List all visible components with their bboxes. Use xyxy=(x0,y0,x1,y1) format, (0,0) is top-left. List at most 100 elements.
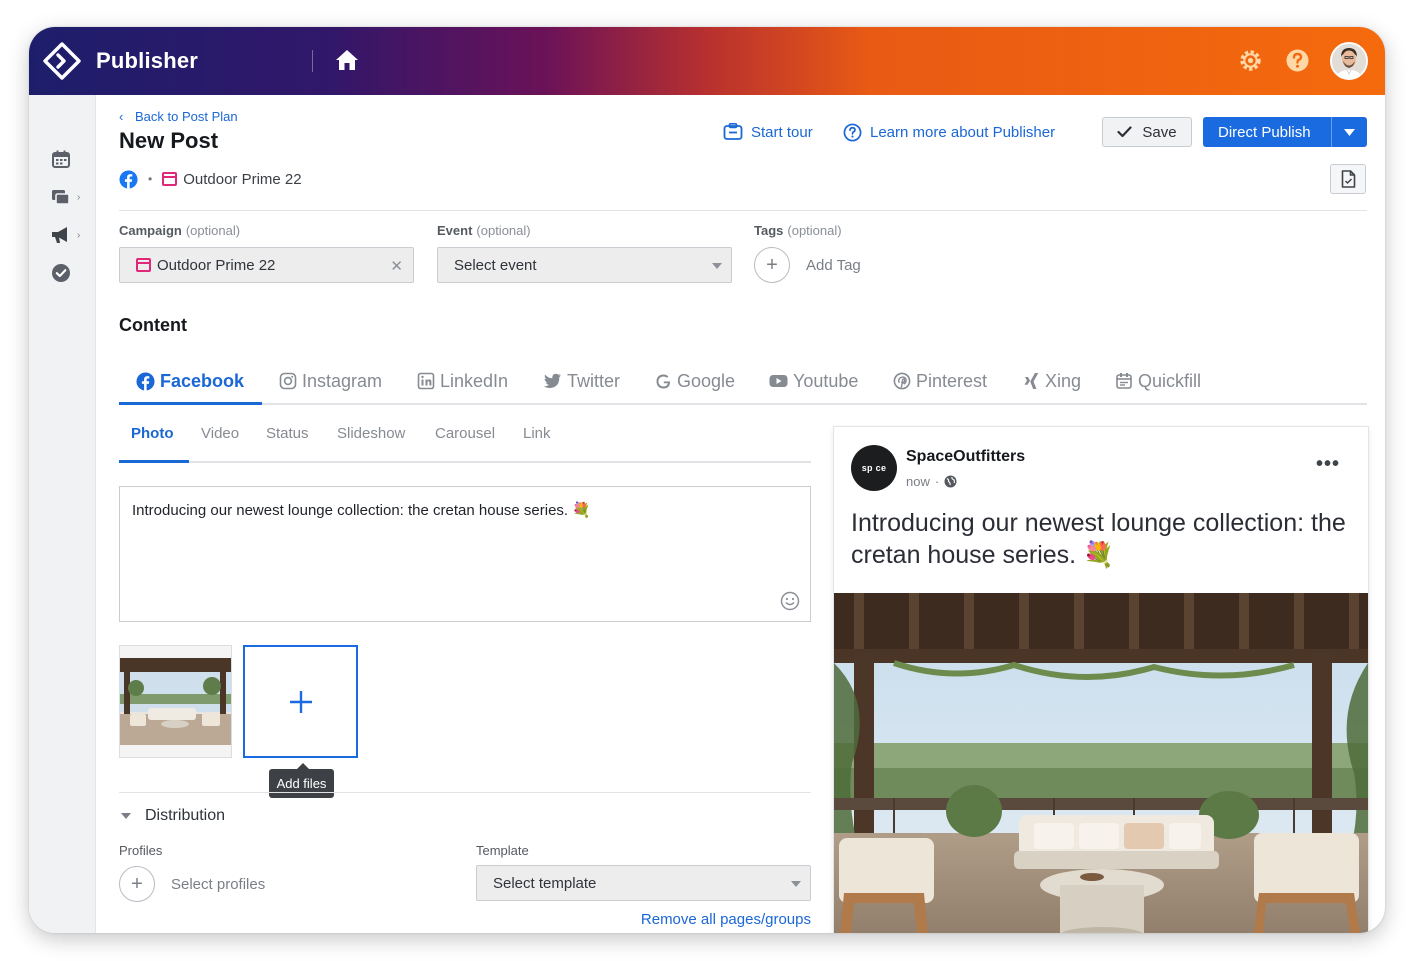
sidebar-item-campaigns[interactable]: › xyxy=(51,225,87,247)
document-button[interactable] xyxy=(1330,164,1366,194)
gear-icon[interactable] xyxy=(1238,48,1263,73)
sidebar-item-calendar[interactable] xyxy=(51,149,87,171)
channel-name: Outdoor Prime 22 xyxy=(183,170,302,188)
learn-more-label: Learn more about Publisher xyxy=(870,124,1056,141)
page-title: New Post xyxy=(119,128,219,153)
page-avatar: sp ce xyxy=(851,445,897,491)
tab-status[interactable]: Status xyxy=(266,425,309,442)
user-avatar[interactable] xyxy=(1330,42,1368,80)
tab-quickfill[interactable]: Quickfill xyxy=(1115,361,1201,401)
tab-linkedin[interactable]: LinkedIn xyxy=(417,361,508,401)
tags-label: Tags (optional) xyxy=(754,223,842,238)
check-circle-icon xyxy=(52,264,70,282)
uploaded-image-thumbnail[interactable] xyxy=(119,645,232,758)
tab-xing[interactable]: Xing xyxy=(1023,361,1081,401)
top-bar: Publisher xyxy=(29,27,1385,95)
back-to-post-plan-link[interactable]: ‹ Back to Post Plan xyxy=(119,109,238,124)
add-tag-label[interactable]: Add Tag xyxy=(806,257,861,274)
header-divider xyxy=(119,210,1367,211)
plus-icon: + xyxy=(131,872,143,895)
plus-icon xyxy=(289,690,312,713)
calendar-icon xyxy=(52,150,70,168)
tab-photo[interactable]: Photo xyxy=(131,425,174,442)
post-text-input[interactable]: Introducing our newest lounge collection… xyxy=(119,486,811,622)
network-tabs: Facebook Instagram LinkedIn Twitter Goog… xyxy=(119,357,1367,405)
facebook-icon xyxy=(119,169,138,189)
tab-video[interactable]: Video xyxy=(201,425,239,442)
tab-label: Instagram xyxy=(302,370,383,391)
tour-icon xyxy=(723,123,743,140)
select-profiles-label[interactable]: Select profiles xyxy=(171,876,265,893)
megaphone-icon xyxy=(52,227,67,243)
caret-down-icon xyxy=(121,813,131,819)
linkedin-icon xyxy=(417,372,435,390)
help-icon[interactable] xyxy=(1285,48,1310,73)
campaign-value: Outdoor Prime 22 xyxy=(157,256,276,274)
xing-icon xyxy=(1024,373,1039,389)
event-placeholder: Select event xyxy=(454,256,537,274)
clear-icon[interactable]: ✕ xyxy=(390,257,403,275)
caret-down-icon xyxy=(712,263,722,269)
save-label: Save xyxy=(1142,123,1177,141)
plus-icon: + xyxy=(766,253,778,276)
tab-google[interactable]: Google xyxy=(655,361,735,401)
template-label: Template xyxy=(476,843,529,858)
start-tour-link[interactable]: Start tour xyxy=(723,123,813,141)
globe-icon xyxy=(944,475,957,488)
question-circle-icon xyxy=(843,123,862,142)
post-time: now · xyxy=(906,474,957,489)
tab-slideshow[interactable]: Slideshow xyxy=(337,425,405,442)
back-link-label: Back to Post Plan xyxy=(135,109,238,124)
publisher-logo-icon[interactable] xyxy=(43,42,81,80)
tab-facebook[interactable]: Facebook xyxy=(136,361,244,401)
time-separator: · xyxy=(934,474,940,489)
sidebar-item-approvals[interactable] xyxy=(51,263,87,285)
tab-link[interactable]: Link xyxy=(523,425,551,442)
youtube-icon xyxy=(769,375,788,387)
add-tag-button[interactable]: + xyxy=(754,247,790,283)
document-icon xyxy=(1341,170,1355,188)
twitter-icon xyxy=(543,373,561,388)
tab-label: LinkedIn xyxy=(440,370,509,391)
remove-all-pages-link[interactable]: Remove all pages/groups xyxy=(641,911,811,928)
chevron-left-icon: ‹ xyxy=(119,109,124,124)
direct-publish-button[interactable]: Direct Publish xyxy=(1203,117,1367,147)
tab-label: Facebook xyxy=(160,370,245,391)
channel-line: • Outdoor Prime 22 xyxy=(119,169,302,189)
emoji-icon[interactable] xyxy=(780,591,800,611)
template-select[interactable]: Select template xyxy=(476,865,811,901)
add-files-button[interactable] xyxy=(243,645,358,758)
distribution-label: Distribution xyxy=(145,807,226,824)
event-select[interactable]: Select event xyxy=(437,247,732,283)
preview-post-text: Introducing our newest lounge collection… xyxy=(851,509,1346,569)
tab-twitter[interactable]: Twitter xyxy=(543,361,620,401)
active-tab-indicator xyxy=(119,460,189,463)
more-options-icon[interactable]: ••• xyxy=(1316,453,1340,476)
learn-more-link[interactable]: Learn more about Publisher xyxy=(843,123,1055,142)
tab-label: Xing xyxy=(1045,370,1082,391)
facebook-icon xyxy=(136,371,155,391)
tab-instagram[interactable]: Instagram xyxy=(279,361,382,401)
add-profile-button[interactable]: + xyxy=(119,866,155,902)
tab-carousel[interactable]: Carousel xyxy=(435,425,495,442)
optional-hint: (optional) xyxy=(185,223,241,238)
sidebar: › › xyxy=(29,95,96,933)
event-label: Event (optional) xyxy=(437,223,531,238)
separator-dot: • xyxy=(148,172,153,186)
publish-options-dropdown[interactable] xyxy=(1331,117,1367,147)
campaign-select[interactable]: Outdoor Prime 22 ✕ xyxy=(119,247,414,283)
tab-label: Quickfill xyxy=(1138,370,1202,391)
posts-stack-icon xyxy=(52,190,70,205)
post-image xyxy=(834,593,1368,933)
active-tab-indicator xyxy=(119,402,262,405)
save-button[interactable]: Save xyxy=(1102,117,1192,147)
home-icon[interactable] xyxy=(335,49,359,71)
campaign-label: Campaign (optional) xyxy=(119,223,241,238)
distribution-toggle[interactable]: Distribution xyxy=(121,807,225,825)
chevron-right-icon: › xyxy=(77,192,81,203)
tab-pinterest[interactable]: Pinterest xyxy=(893,361,987,401)
sidebar-item-posts[interactable]: › xyxy=(51,187,87,209)
tab-youtube[interactable]: Youtube xyxy=(769,361,858,401)
instagram-icon xyxy=(279,372,297,390)
content-heading: Content xyxy=(119,315,187,335)
